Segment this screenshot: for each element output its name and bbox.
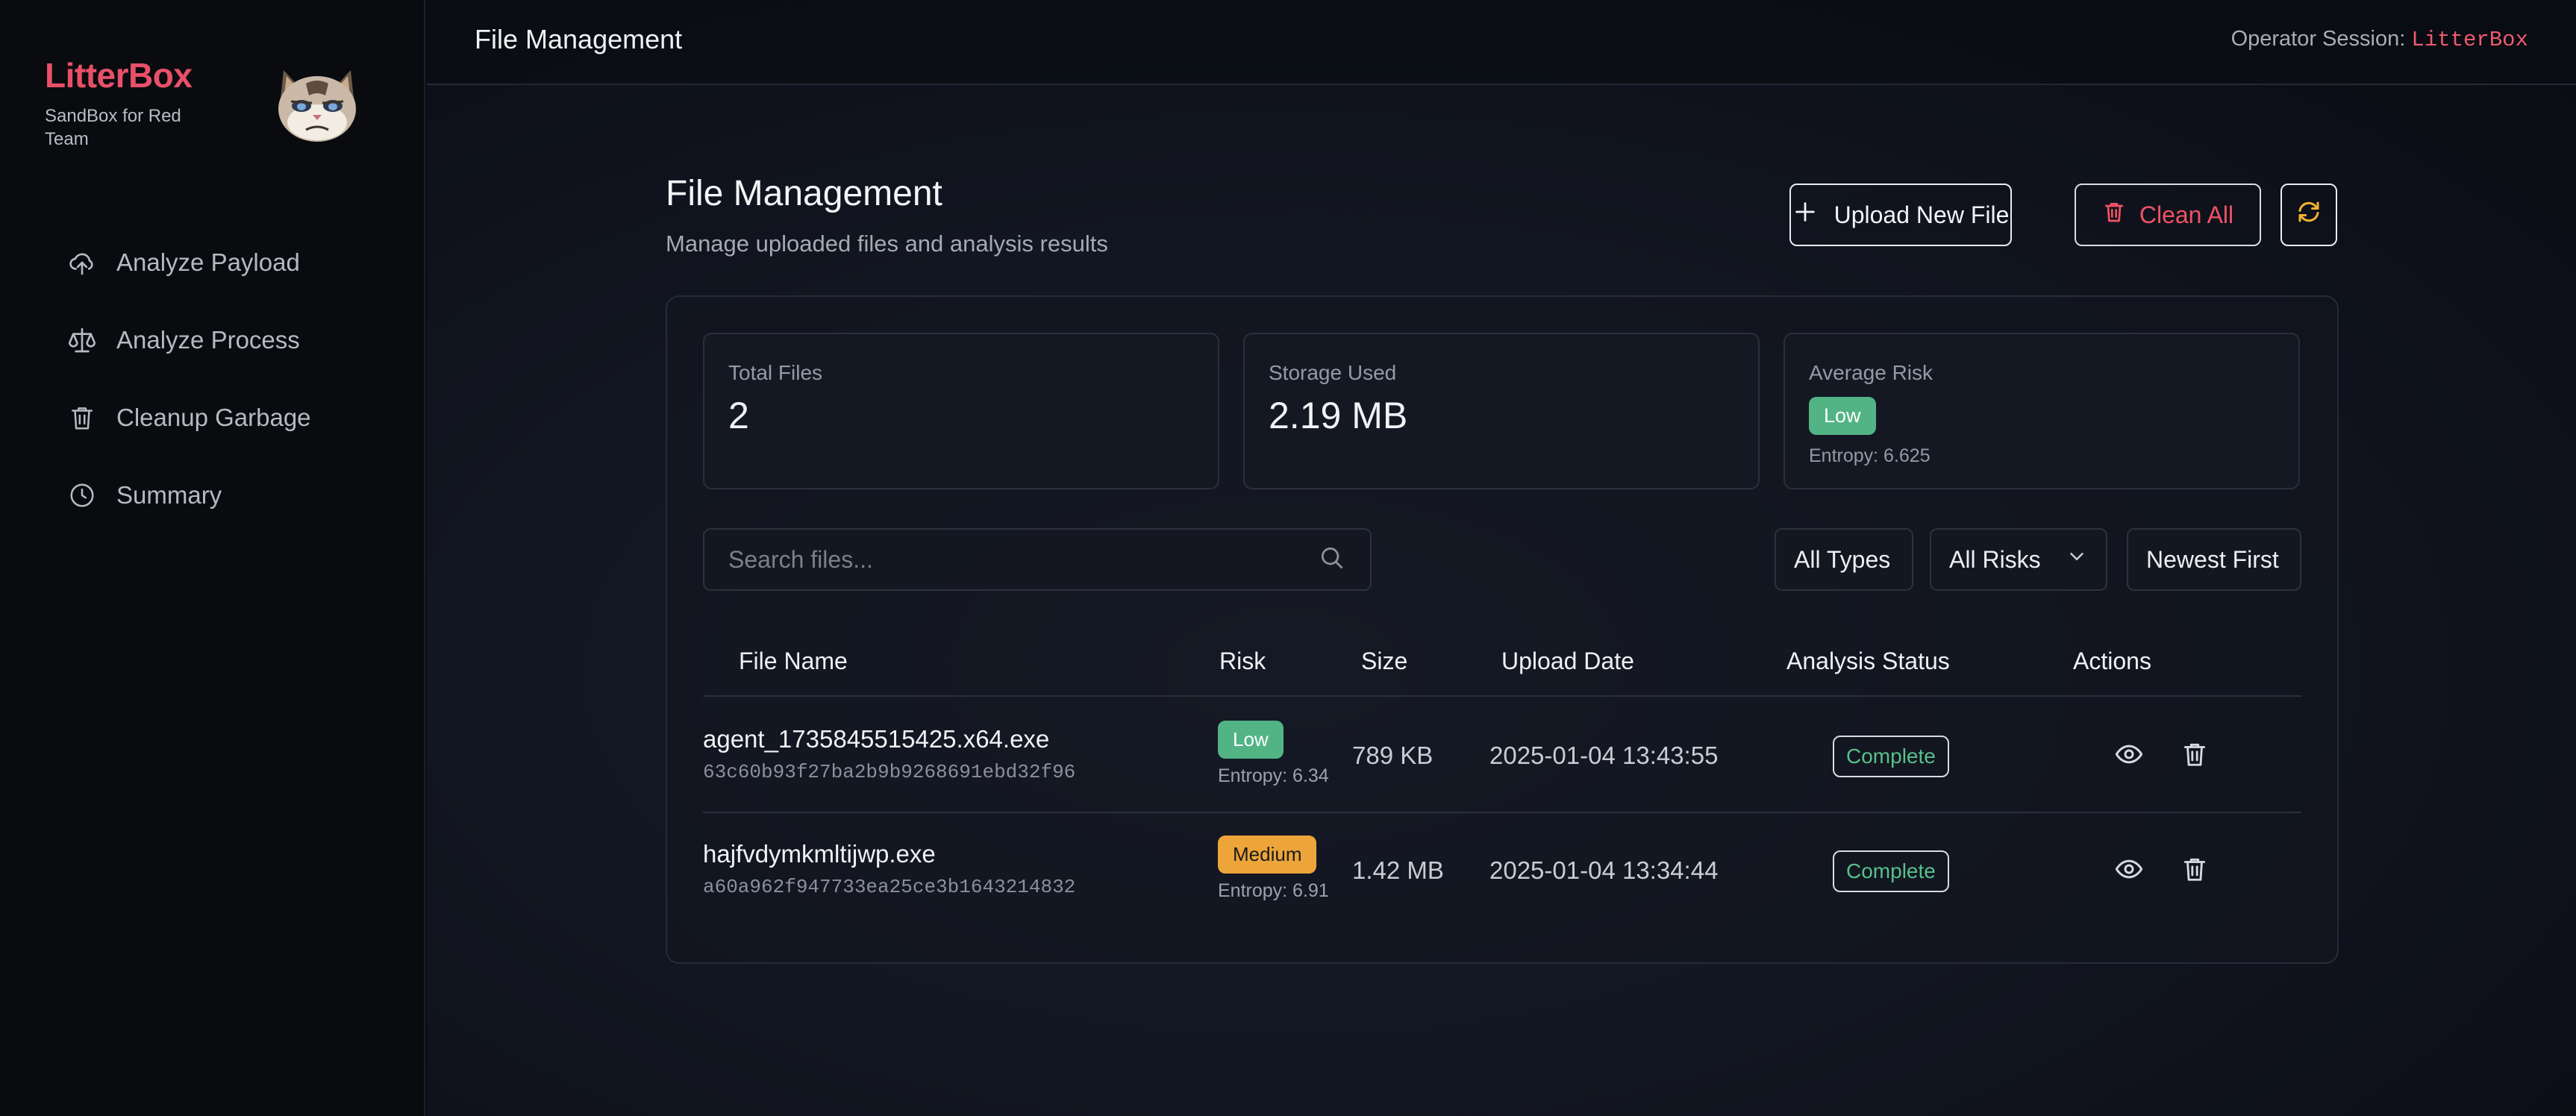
sidebar-item-cleanup-garbage[interactable]: Cleanup Garbage (66, 379, 311, 457)
column-header-risk[interactable]: Risk (1219, 648, 1266, 675)
plus-icon (1792, 199, 1818, 231)
upload-new-file-button[interactable]: Upload New File (1789, 184, 2012, 246)
file-name[interactable]: agent_1735845515425.x64.exe (703, 725, 1049, 753)
status-badge: Complete (1833, 850, 1949, 892)
delete-button[interactable] (2178, 739, 2212, 773)
entropy-text: Entropy: 6.625 (1809, 445, 1931, 466)
clean-all-button[interactable]: Clean All (2075, 184, 2261, 246)
risk-filter-value: All Risks (1949, 545, 2041, 573)
upload-date: 2025-01-04 13:43:55 (1489, 742, 1719, 769)
sort-select[interactable]: Newest First (2127, 528, 2301, 591)
trash-icon (2102, 200, 2126, 230)
stat-value: 2.19 MB (1269, 395, 1408, 436)
sidebar-item-label: Analyze Payload (116, 248, 300, 276)
search-icon[interactable] (1318, 544, 1346, 576)
stat-storage-used: Storage Used 2.19 MB (1243, 333, 1760, 489)
file-hash: a60a962f947733ea25ce3b1643214832 (703, 876, 1076, 898)
topbar: File Management Operator Session: Litter… (427, 0, 2576, 85)
stat-average-risk: Average Risk Low Entropy: 6.625 (1783, 333, 2300, 489)
sidebar-item-label: Cleanup Garbage (116, 404, 311, 431)
column-header-upload-date[interactable]: Upload Date (1501, 648, 1634, 675)
page-subtitle: Manage uploaded files and analysis resul… (666, 231, 1108, 257)
view-button[interactable] (2112, 853, 2146, 888)
file-name[interactable]: hajfvdymkmltijwp.exe (703, 840, 936, 868)
stat-label: Average Risk (1809, 361, 1933, 384)
search-input[interactable] (728, 545, 1295, 574)
sidebar-nav: Analyze Payload Analyze Process Cleanup … (66, 224, 311, 534)
chevron-down-icon (2066, 545, 2088, 574)
clock-icon (66, 479, 99, 512)
page-header: File Management Manage uploaded files an… (666, 173, 1108, 257)
sidebar-item-summary[interactable]: Summary (66, 457, 311, 534)
eye-icon (2114, 854, 2144, 888)
table-header: File Name Risk Size Upload Date Analysis… (703, 634, 2301, 697)
column-header-size[interactable]: Size (1361, 648, 1407, 675)
eye-icon (2114, 739, 2144, 773)
page-title: File Management (666, 174, 942, 213)
column-header-analysis-status[interactable]: Analysis Status (1786, 648, 1950, 675)
delete-button[interactable] (2178, 853, 2212, 888)
refresh-button[interactable] (2280, 184, 2337, 246)
file-hash: 63c60b93f27ba2b9b9268691ebd32f96 (703, 761, 1076, 783)
entropy-text: Entropy: 6.91 (1218, 880, 1329, 901)
entropy-text: Entropy: 6.34 (1218, 765, 1329, 786)
view-button[interactable] (2112, 739, 2146, 773)
search-box[interactable] (703, 528, 1372, 591)
brand-subtitle: SandBox for Red Team (45, 106, 181, 149)
sort-value: Newest First (2146, 545, 2279, 573)
trash-icon (2180, 855, 2209, 887)
file-size: 789 KB (1352, 742, 1434, 769)
risk-badge: Medium (1218, 836, 1317, 874)
stat-value: 2 (728, 395, 749, 436)
file-size: 1.42 MB (1352, 856, 1444, 884)
grumpy-cat-logo-icon (273, 63, 361, 145)
type-filter-select[interactable]: All Types (1775, 528, 1913, 591)
brand-title[interactable]: LitterBox (45, 55, 216, 95)
main-content: File Management Operator Session: Litter… (427, 0, 2576, 1116)
table-row[interactable]: agent_1735845515425.x64.exe 63c60b93f27b… (703, 698, 2301, 813)
brand: LitterBox SandBox for Red Team (45, 55, 216, 151)
sidebar-item-label: Analyze Process (116, 326, 300, 354)
risk-filter-select[interactable]: All Risks (1930, 528, 2107, 591)
sidebar-item-analyze-payload[interactable]: Analyze Payload (66, 224, 311, 301)
table-row[interactable]: hajfvdymkmltijwp.exe a60a962f947733ea25c… (703, 813, 2301, 928)
session-label: Operator Session: (2230, 27, 2406, 51)
clean-button-label: Clean All (2139, 201, 2234, 228)
stat-total-files: Total Files 2 (703, 333, 1219, 489)
column-header-file-name[interactable]: File Name (739, 648, 848, 675)
session-user: LitterBox (2411, 28, 2528, 52)
trash-icon (66, 401, 99, 434)
status-badge: Complete (1833, 736, 1949, 777)
files-panel: Total Files 2 Storage Used 2.19 MB Avera… (666, 295, 2339, 964)
upload-cloud-icon (66, 246, 99, 279)
sidebar-item-analyze-process[interactable]: Analyze Process (66, 301, 311, 379)
risk-badge: Low (1218, 721, 1284, 759)
column-header-actions: Actions (2073, 648, 2151, 674)
risk-badge: Low (1809, 397, 1876, 435)
sidebar-item-label: Summary (116, 481, 222, 509)
sidebar: LitterBox SandBox for Red Team Analyze P… (0, 0, 425, 1116)
upload-button-label: Upload New File (1833, 201, 2010, 228)
trash-icon (2180, 740, 2209, 772)
scale-icon (66, 324, 99, 357)
stat-label: Storage Used (1269, 361, 1397, 384)
upload-date: 2025-01-04 13:34:44 (1489, 856, 1719, 884)
type-filter-value: All Types (1794, 545, 1891, 573)
operator-session: Operator Session: LitterBox (2231, 27, 2528, 52)
refresh-icon (2295, 198, 2322, 231)
stat-label: Total Files (728, 361, 823, 384)
topbar-title: File Management (475, 24, 683, 54)
